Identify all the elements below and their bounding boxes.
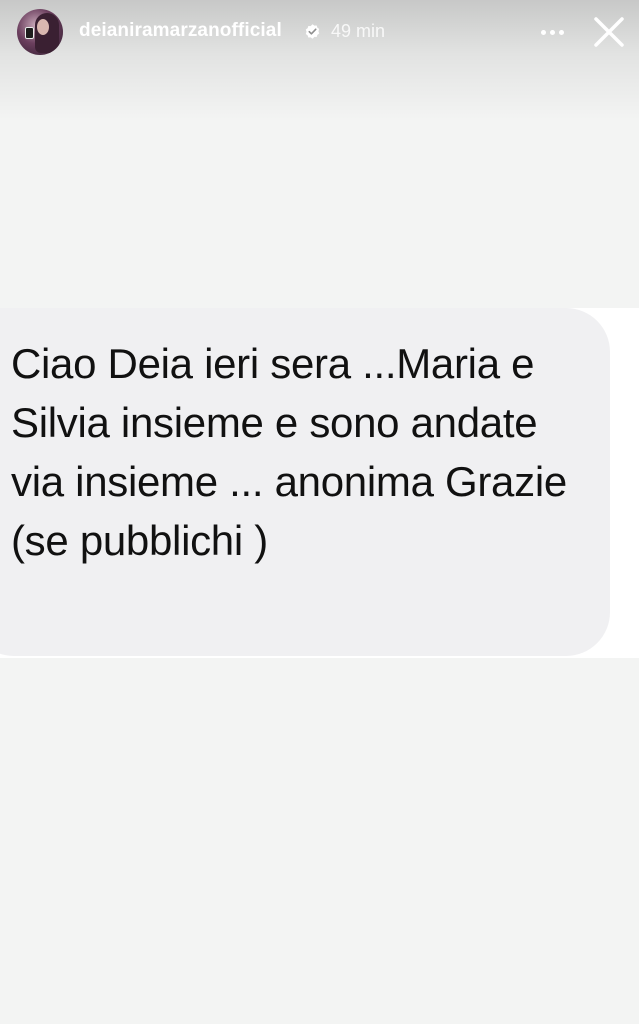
story-viewer[interactable]: deianiramarzanofficial 49 min Ciao Deia … <box>0 0 639 1024</box>
verified-badge-icon <box>305 24 320 39</box>
more-options-dot <box>558 29 564 35</box>
close-icon[interactable] <box>590 13 628 51</box>
message-text: Ciao Deia ieri sera ...Maria e Silvia in… <box>11 340 567 564</box>
avatar-face <box>37 19 49 35</box>
message-bubble: Ciao Deia ieri sera ...Maria e Silvia in… <box>0 308 610 656</box>
avatar[interactable] <box>17 9 63 55</box>
username[interactable]: deianiramarzanofficial <box>79 20 282 42</box>
story-time: 49 min <box>331 21 386 41</box>
message-screenshot: Ciao Deia ieri sera ...Maria e Silvia in… <box>0 308 639 658</box>
more-options-dot <box>549 29 555 35</box>
more-options-icon <box>540 29 546 35</box>
story-header: deianiramarzanofficial 49 min <box>0 0 639 64</box>
more-options-button[interactable] <box>532 18 572 46</box>
avatar-phone <box>25 27 34 39</box>
